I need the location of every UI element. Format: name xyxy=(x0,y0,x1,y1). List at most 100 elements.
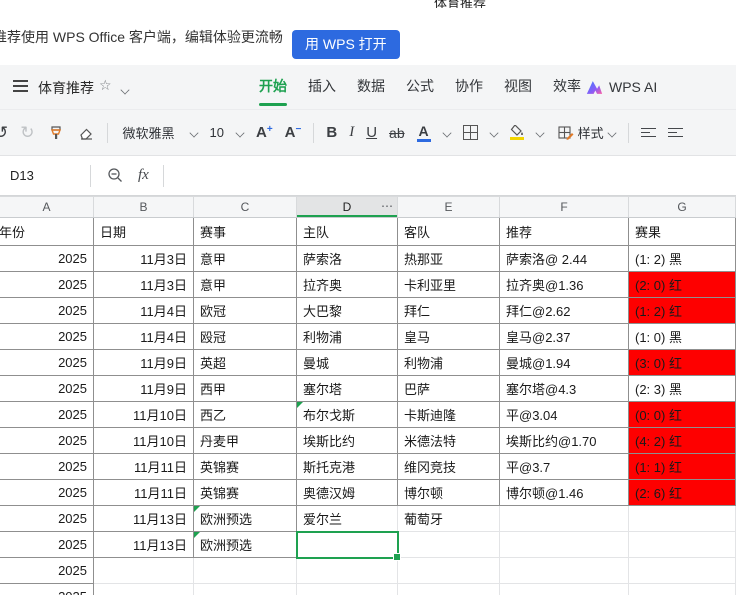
cell-C6[interactable]: 英超 xyxy=(194,350,297,376)
cell-F13[interactable] xyxy=(500,532,629,558)
column-header-D[interactable]: D ⋯ xyxy=(297,197,398,217)
cell-D3[interactable]: 拉齐奥 xyxy=(297,272,398,298)
increase-font-icon[interactable]: A + xyxy=(256,124,273,141)
redo-icon[interactable]: ↻ xyxy=(20,123,34,143)
cell-C3[interactable]: 意甲 xyxy=(194,272,297,298)
undo-icon[interactable]: ↺ xyxy=(0,123,8,143)
cell-F15[interactable] xyxy=(500,584,629,595)
cell-C12[interactable]: 欧洲预选 xyxy=(194,506,297,532)
cell-A7[interactable]: 2025 xyxy=(0,376,94,402)
cell-A2[interactable]: 2025 xyxy=(0,246,94,272)
cell-A3[interactable]: 2025 xyxy=(0,272,94,298)
cell-G15[interactable] xyxy=(629,584,736,595)
cell-B7[interactable]: 11月9日 xyxy=(94,376,194,402)
cell-D2[interactable]: 萨索洛 xyxy=(297,246,398,272)
cell-E13[interactable] xyxy=(398,532,500,558)
cell-D13[interactable] xyxy=(297,532,398,558)
cell-C2[interactable]: 意甲 xyxy=(194,246,297,272)
cell-F14[interactable] xyxy=(500,558,629,584)
cell-C5[interactable]: 殴冠 xyxy=(194,324,297,350)
cell-E12[interactable]: 葡萄牙 xyxy=(398,506,500,532)
bold-button[interactable]: B xyxy=(326,124,337,141)
column-header-G[interactable]: G xyxy=(629,197,736,217)
cell-A12[interactable]: 2025 xyxy=(0,506,94,532)
cell-B14[interactable] xyxy=(94,558,194,584)
cell-F9[interactable]: 埃斯比约@1.70 xyxy=(500,428,629,454)
cell-B5[interactable]: 11月4日 xyxy=(94,324,194,350)
cell-E3[interactable]: 卡利亚里 xyxy=(398,272,500,298)
title-chevron-down-icon[interactable] xyxy=(120,81,130,99)
cell-F7[interactable]: 塞尔塔@4.3 xyxy=(500,376,629,402)
font-size-chevron-icon[interactable] xyxy=(235,127,245,138)
cell-E10[interactable]: 维冈竞技 xyxy=(398,454,500,480)
cell-G9[interactable]: (4: 2) 红 xyxy=(629,428,736,454)
cell-D1[interactable]: 主队 xyxy=(297,218,398,246)
wps-ai-button[interactable]: WPS AI xyxy=(586,65,657,109)
cell-C8[interactable]: 西乙 xyxy=(194,402,297,428)
cell-B8[interactable]: 11月10日 xyxy=(94,402,194,428)
cell-G2[interactable]: (1: 2) 黑 xyxy=(629,246,736,272)
tab-插入[interactable]: 插入 xyxy=(308,65,336,109)
cell-F4[interactable]: 拜仁@2.62 xyxy=(500,298,629,324)
cell-D9[interactable]: 埃斯比约 xyxy=(297,428,398,454)
italic-button[interactable]: I xyxy=(349,124,354,141)
name-box[interactable]: D13 xyxy=(0,168,90,183)
column-header-E[interactable]: E xyxy=(398,197,500,217)
cell-B6[interactable]: 11月9日 xyxy=(94,350,194,376)
align-left-icon[interactable] xyxy=(640,125,656,140)
cell-B11[interactable]: 11月11日 xyxy=(94,480,194,506)
cell-B13[interactable]: 11月13日 xyxy=(94,532,194,558)
cell-A9[interactable]: 2025 xyxy=(0,428,94,454)
cell-F5[interactable]: 皇马@2.37 xyxy=(500,324,629,350)
cell-A14[interactable]: 2025 xyxy=(0,558,94,584)
cell-E15[interactable] xyxy=(398,584,500,595)
cell-B2[interactable]: 11月3日 xyxy=(94,246,194,272)
tab-视图[interactable]: 视图 xyxy=(504,65,532,109)
cell-G14[interactable] xyxy=(629,558,736,584)
cell-G10[interactable]: (1: 1) 红 xyxy=(629,454,736,480)
cell-D6[interactable]: 曼城 xyxy=(297,350,398,376)
cell-D10[interactable]: 斯托克港 xyxy=(297,454,398,480)
cell-D5[interactable]: 利物浦 xyxy=(297,324,398,350)
column-menu-dots-icon[interactable]: ⋯ xyxy=(381,199,393,213)
cell-A15[interactable]: 2025 xyxy=(0,584,94,595)
cell-B3[interactable]: 11月3日 xyxy=(94,272,194,298)
cell-G5[interactable]: (1: 0) 黑 xyxy=(629,324,736,350)
cell-G4[interactable]: (1: 2) 红 xyxy=(629,298,736,324)
borders-chevron-icon[interactable] xyxy=(489,127,499,138)
tab-效率[interactable]: 效率 xyxy=(553,65,581,109)
column-header-B[interactable]: B xyxy=(94,197,194,217)
cell-F10[interactable]: 平@3.7 xyxy=(500,454,629,480)
cell-C1[interactable]: 赛事 xyxy=(194,218,297,246)
cell-E1[interactable]: 客队 xyxy=(398,218,500,246)
cell-C11[interactable]: 英锦赛 xyxy=(194,480,297,506)
font-color-chevron-icon[interactable] xyxy=(442,127,452,138)
cell-A6[interactable]: 2025 xyxy=(0,350,94,376)
column-header-F[interactable]: F xyxy=(500,197,629,217)
cell-G1[interactable]: 赛果 xyxy=(629,218,736,246)
cell-G13[interactable] xyxy=(629,532,736,558)
cell-D11[interactable]: 奥德汉姆 xyxy=(297,480,398,506)
cell-A4[interactable]: 2025 xyxy=(0,298,94,324)
open-in-wps-button[interactable]: 用 WPS 打开 xyxy=(292,30,400,59)
cell-G6[interactable]: (3: 0) 红 xyxy=(629,350,736,376)
cell-A13[interactable]: 2025 xyxy=(0,532,94,558)
cell-B1[interactable]: 日期 xyxy=(94,218,194,246)
fx-insert-function-icon[interactable]: fx xyxy=(138,167,149,184)
cell-F12[interactable] xyxy=(500,506,629,532)
favorite-star-icon[interactable]: ☆ xyxy=(99,77,112,94)
cell-G3[interactable]: (2: 0) 红 xyxy=(629,272,736,298)
tab-开始[interactable]: 开始 xyxy=(259,65,287,109)
hamburger-menu-icon[interactable] xyxy=(13,80,28,93)
cell-C13[interactable]: 欧洲预选 xyxy=(194,532,297,558)
cell-D12[interactable]: 爱尔兰 xyxy=(297,506,398,532)
tab-协作[interactable]: 协作 xyxy=(455,65,483,109)
cell-F3[interactable]: 拉齐奥@1.36 xyxy=(500,272,629,298)
formula-input[interactable] xyxy=(164,156,736,195)
cell-D7[interactable]: 塞尔塔 xyxy=(297,376,398,402)
cell-C15[interactable] xyxy=(194,584,297,595)
cell-E11[interactable]: 博尔顿 xyxy=(398,480,500,506)
cell-F1[interactable]: 推荐 xyxy=(500,218,629,246)
cell-B10[interactable]: 11月11日 xyxy=(94,454,194,480)
cell-C10[interactable]: 英锦赛 xyxy=(194,454,297,480)
